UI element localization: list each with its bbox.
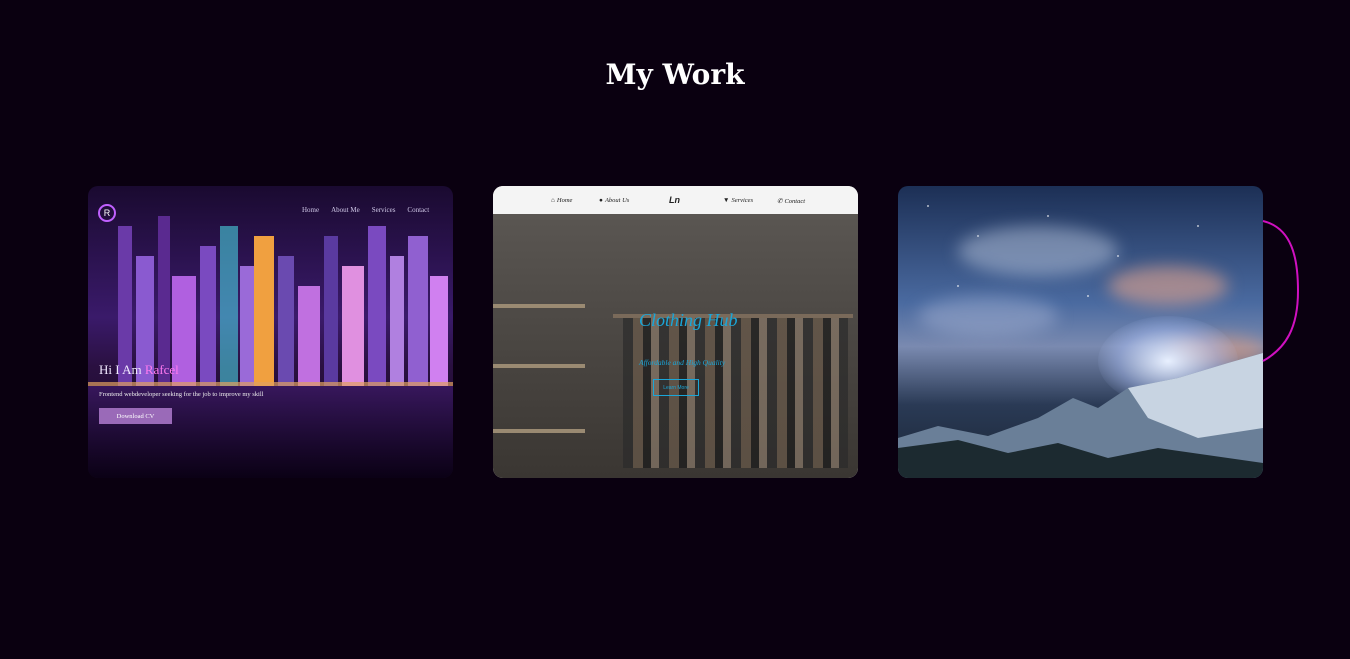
nav-link-contact[interactable]: Contact [407, 206, 429, 214]
nav-link-about[interactable]: ● About Us [599, 197, 629, 204]
clothing-nav: ⌂ Home ● About Us Ln ▼ Services ✆ Contact [493, 186, 858, 214]
nav-label: Services [731, 197, 754, 204]
clothing-rack-image [493, 214, 858, 478]
nav-label: About Us [604, 197, 630, 204]
project-card-portfolio[interactable]: R Home About Me Services Contact Hi I Am… [88, 186, 453, 478]
clothing-title: Clothing Hub [639, 310, 738, 330]
project-card-landscape[interactable] [898, 186, 1263, 478]
home-icon: ⌂ [551, 197, 555, 204]
nav-link-about[interactable]: About Me [331, 206, 360, 214]
portfolio-nav: Home About Me Services Contact [302, 206, 429, 214]
nav-link-home[interactable]: ⌂ Home [551, 197, 572, 204]
nav-link-services[interactable]: ▼ Services [723, 197, 753, 204]
nav-link-contact[interactable]: ✆ Contact [777, 197, 806, 206]
phone-icon: ✆ [777, 198, 783, 205]
nav-label: Home [556, 197, 573, 204]
nav-link-services[interactable]: Services [372, 206, 396, 214]
clothing-logo: Ln [669, 195, 680, 205]
nav-label: Contact [784, 197, 806, 205]
decorative-arc [1262, 220, 1300, 362]
download-cv-button[interactable]: Download CV [99, 408, 172, 424]
learn-more-button[interactable]: Learn More [653, 379, 699, 396]
snowy-mountains [898, 353, 1263, 478]
portfolio-heading: Hi I Am Rafcel [99, 362, 179, 378]
clothing-tagline: Affordable and High Quality [639, 358, 726, 367]
section-title: My Work [605, 58, 745, 91]
heading-prefix: Hi I Am [99, 362, 145, 377]
shirt-icon: ▼ [723, 197, 730, 204]
heading-name: Rafcel [144, 362, 179, 377]
nav-link-home[interactable]: Home [302, 206, 319, 214]
portfolio-logo: R [98, 204, 116, 222]
user-icon: ● [599, 197, 603, 204]
water-reflection [88, 386, 453, 478]
portfolio-subtitle: Frontend webdeveloper seeking for the jo… [99, 391, 264, 398]
project-card-clothing[interactable]: ⌂ Home ● About Us Ln ▼ Services ✆ Contact Cl… [493, 186, 858, 478]
